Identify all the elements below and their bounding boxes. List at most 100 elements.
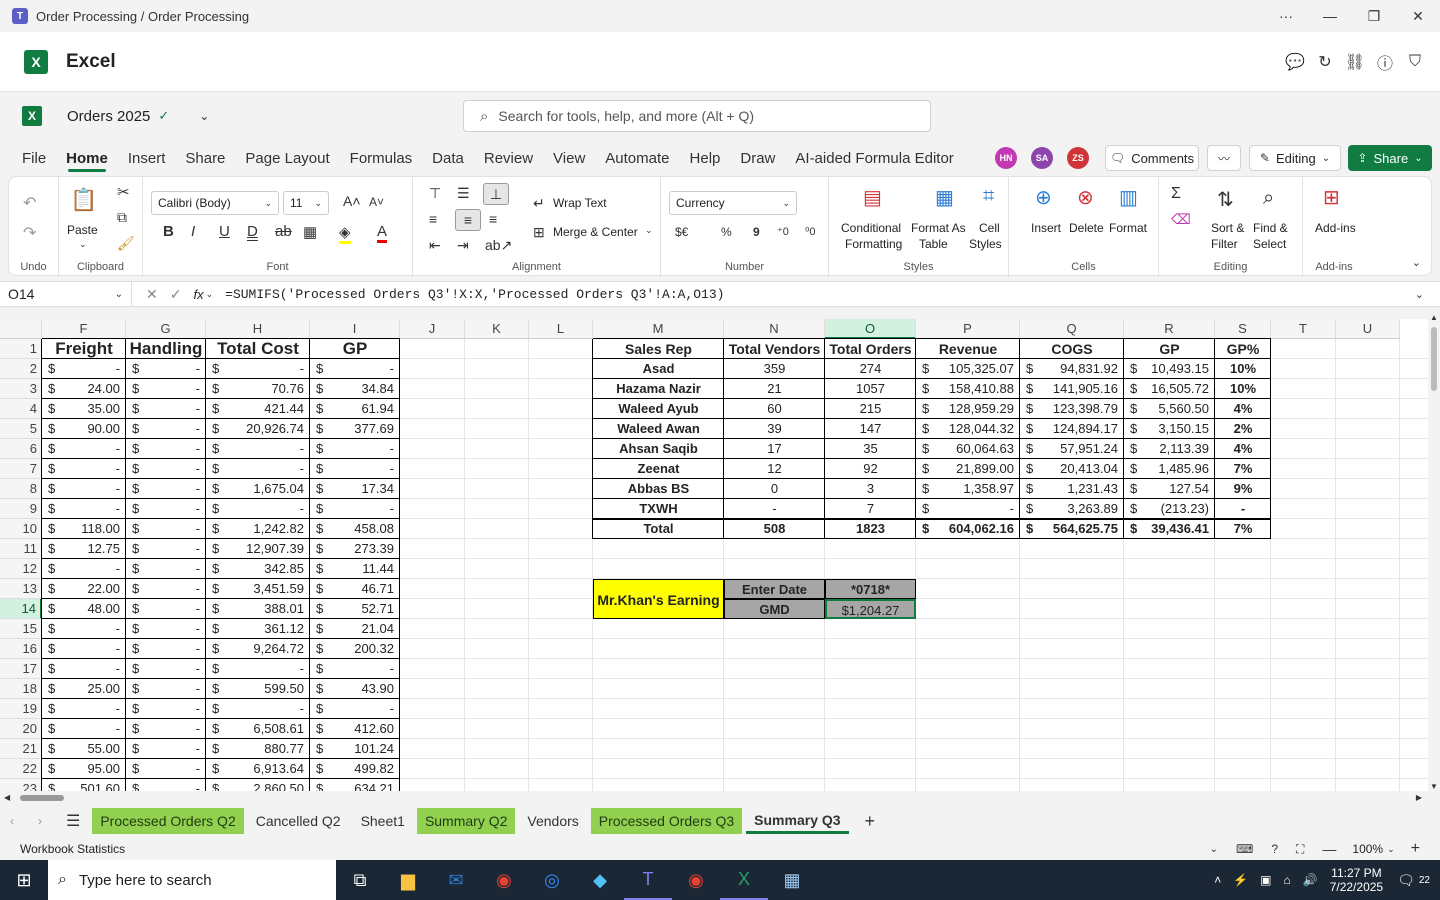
table-cell[interactable]: - [140, 659, 200, 679]
table-cell[interactable]: 35.00 [56, 399, 120, 419]
summary-cell[interactable]: (213.23) [1138, 499, 1209, 519]
summary-cell[interactable]: 1,231.43 [1034, 479, 1118, 499]
currency-symbol[interactable]: $ [310, 699, 324, 719]
table-cell[interactable]: 34.84 [324, 379, 394, 399]
summary-cell[interactable]: - [930, 499, 1014, 519]
table-cell[interactable]: - [140, 539, 200, 559]
table-cell[interactable]: 9,264.72 [220, 639, 304, 659]
tab-automate[interactable]: Automate [595, 140, 679, 176]
currency-symbol[interactable]: $ [206, 559, 220, 579]
table-cell[interactable]: 43.90 [324, 679, 394, 699]
align-middle-icon[interactable]: ☰ [457, 185, 470, 202]
clear-icon[interactable]: ⌫ [1171, 211, 1191, 228]
currency-symbol[interactable]: $ [126, 419, 140, 439]
align-center-icon[interactable]: ≡ [455, 209, 481, 231]
currency-symbol[interactable]: $ [310, 579, 324, 599]
merge-center-icon[interactable]: ⊞ [533, 224, 545, 241]
currency-symbol[interactable]: $ [310, 679, 324, 699]
summary-cell[interactable]: Zeenat [593, 459, 724, 479]
volume-icon[interactable]: 🔊 [1303, 873, 1318, 887]
table-header[interactable]: Handling [126, 339, 206, 359]
scroll-right-icon[interactable]: ▶ [1416, 793, 1422, 802]
table-cell[interactable]: - [56, 459, 120, 479]
strikethrough-icon[interactable]: ab [275, 223, 292, 240]
table-cell[interactable]: 17.34 [324, 479, 394, 499]
table-cell[interactable]: - [140, 379, 200, 399]
align-bottom-icon[interactable]: ⊥ [483, 183, 509, 205]
column-header[interactable]: J [400, 319, 465, 339]
column-header[interactable]: N [724, 319, 825, 339]
currency-symbol[interactable]: $ [916, 419, 930, 439]
table-cell[interactable]: - [140, 419, 200, 439]
clock-time[interactable]: 11:27 PM [1330, 866, 1383, 880]
table-cell[interactable]: - [140, 519, 200, 539]
format-as-table-label-2[interactable]: Table [919, 237, 948, 251]
currency-symbol[interactable]: $ [1124, 519, 1138, 539]
currency-symbol[interactable]: $ [310, 379, 324, 399]
table-cell[interactable]: 48.00 [56, 599, 120, 619]
table-cell[interactable]: 421.44 [220, 399, 304, 419]
currency-symbol[interactable]: $ [916, 519, 930, 539]
summary-cell[interactable]: 2% [1215, 419, 1271, 439]
row-header[interactable]: 4 [0, 399, 42, 419]
number-format-select[interactable]: Currency ⌄ [669, 191, 797, 215]
table-cell[interactable]: 11.44 [324, 559, 394, 579]
currency-symbol[interactable]: $ [42, 639, 56, 659]
summary-cell[interactable]: 60 [724, 399, 825, 419]
table-cell[interactable]: 21.04 [324, 619, 394, 639]
comments-button[interactable]: 🗨 Comments [1105, 145, 1199, 171]
zoom-level[interactable]: 100% [1352, 842, 1383, 856]
table-cell[interactable]: 25.00 [56, 679, 120, 699]
tab-view[interactable]: View [543, 140, 595, 176]
table-cell[interactable]: - [324, 699, 394, 719]
currency-symbol[interactable]: $ [42, 419, 56, 439]
chrome-icon[interactable]: ◉ [480, 860, 528, 900]
scroll-left-icon[interactable]: ◀ [4, 793, 10, 802]
decrease-decimal-icon[interactable]: ⁰0 [805, 225, 816, 238]
column-header[interactable]: Q [1020, 319, 1124, 339]
table-cell[interactable]: 377.69 [324, 419, 394, 439]
currency-symbol[interactable]: $ [206, 699, 220, 719]
currency-symbol[interactable]: $ [126, 619, 140, 639]
wrap-text-icon[interactable]: ↵ [533, 195, 545, 212]
currency-symbol[interactable]: $ [126, 659, 140, 679]
merge-center-button[interactable]: Merge & Center [553, 225, 638, 239]
decrease-font-icon[interactable]: A˅ [369, 195, 384, 209]
currency-symbol[interactable]: $ [42, 559, 56, 579]
currency-symbol[interactable]: $ [42, 359, 56, 379]
column-header[interactable]: K [465, 319, 529, 339]
row-header[interactable]: 12 [0, 559, 42, 579]
currency-symbol[interactable]: $ [126, 639, 140, 659]
avatar[interactable]: ZS [1067, 147, 1089, 169]
zoom-app-icon[interactable]: ◎ [528, 860, 576, 900]
gmd-value-selected[interactable]: $1,204.27 [825, 599, 916, 619]
enter-date-label[interactable]: Enter Date [724, 579, 825, 599]
table-cell[interactable]: - [140, 499, 200, 519]
add-sheet-icon[interactable]: + [865, 811, 876, 832]
app-diamond-icon[interactable]: ◆ [576, 860, 624, 900]
column-header[interactable]: P [916, 319, 1020, 339]
currency-symbol[interactable]: $ [206, 679, 220, 699]
currency-symbol[interactable]: $ [206, 519, 220, 539]
currency-symbol[interactable]: $ [916, 439, 930, 459]
currency-symbol[interactable]: $ [1020, 379, 1034, 399]
currency-symbol[interactable]: $ [1124, 379, 1138, 399]
chevron-down-icon[interactable]: ⌄ [1387, 844, 1395, 855]
currency-symbol[interactable]: $ [42, 659, 56, 679]
tab-share[interactable]: Share [175, 140, 235, 176]
column-header[interactable]: T [1271, 319, 1336, 339]
summary-cell[interactable]: - [724, 499, 825, 519]
tray-screen-icon[interactable]: ▣ [1260, 873, 1271, 887]
excel-app-icon[interactable]: X [720, 860, 768, 900]
row-header[interactable]: 1 [0, 339, 42, 359]
currency-symbol[interactable]: $ [42, 579, 56, 599]
summary-cell[interactable]: 127.54 [1138, 479, 1209, 499]
currency-symbol[interactable]: $ [206, 499, 220, 519]
scroll-down-icon[interactable]: ▼ [1430, 782, 1438, 791]
currency-symbol[interactable]: $ [310, 779, 324, 791]
currency-symbol[interactable]: $ [126, 439, 140, 459]
summary-cell[interactable]: 123,398.79 [1034, 399, 1118, 419]
currency-symbol[interactable]: $ [206, 459, 220, 479]
teams-app-icon[interactable]: T [624, 860, 672, 900]
decrease-indent-icon[interactable]: ⇤ [429, 237, 441, 254]
